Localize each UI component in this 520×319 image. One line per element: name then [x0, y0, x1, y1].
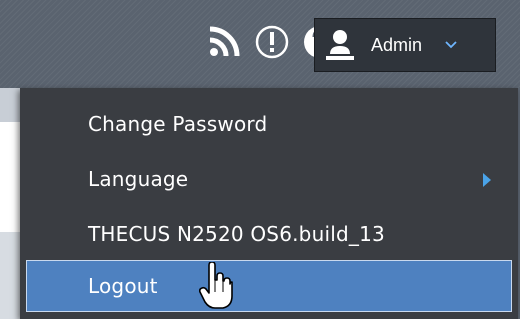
- chevron-right-icon: [482, 172, 492, 188]
- menu-item-logout[interactable]: Logout: [26, 260, 512, 312]
- user-icon: [323, 28, 357, 62]
- menu-item-label: Logout: [88, 274, 158, 298]
- menu-item-language[interactable]: Language: [26, 158, 512, 200]
- menu-item-label: THECUS N2520 OS6.build_13: [88, 222, 385, 246]
- chevron-down-icon: [444, 38, 458, 52]
- menu-item-label: Change Password: [88, 112, 268, 136]
- page-strip: [0, 232, 20, 319]
- rss-icon[interactable]: [206, 24, 242, 60]
- menu-item-version-info: THECUS N2520 OS6.build_13: [26, 213, 512, 255]
- user-menu-button[interactable]: Admin: [314, 18, 496, 72]
- menu-item-label: Language: [88, 167, 189, 191]
- alert-icon[interactable]: [254, 24, 290, 60]
- menu-item-change-password[interactable]: Change Password: [26, 103, 512, 145]
- page-background: [0, 88, 20, 319]
- hand-cursor-icon: [199, 262, 233, 310]
- user-menu-label: Admin: [371, 34, 423, 55]
- user-dropdown-menu: Change Password Language THECUS N2520 OS…: [20, 88, 518, 319]
- page-strip: [0, 88, 20, 122]
- page-strip: [0, 122, 20, 232]
